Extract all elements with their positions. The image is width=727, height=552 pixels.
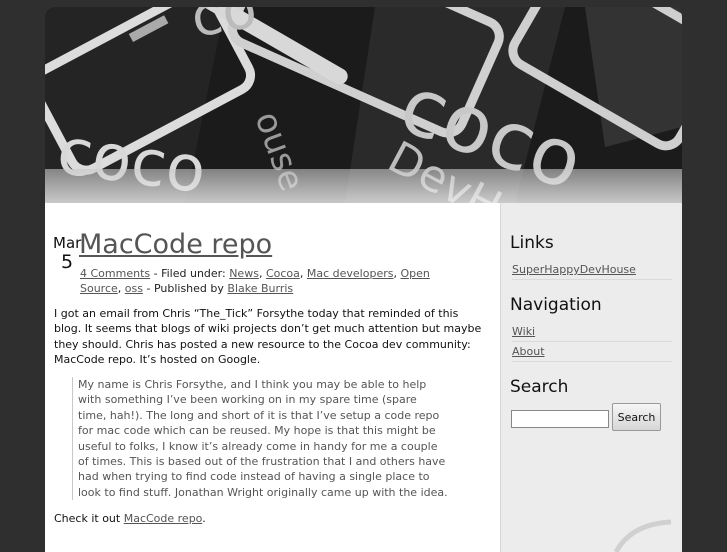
filed-under-label: - Filed under: [150, 267, 230, 280]
category-link-oss[interactable]: oss [125, 282, 143, 295]
post-paragraph: I got an email from Chris “The_Tick” For… [54, 307, 482, 367]
category-link-cocoa[interactable]: Cocoa [266, 267, 300, 280]
post-title-link[interactable]: MacCode repo [79, 229, 272, 260]
post-meta: 4 Comments - Filed under: News, Cocoa, M… [80, 267, 430, 295]
footer-decoration-image [613, 519, 672, 552]
category-link-mac-developers[interactable]: Mac developers [307, 267, 394, 280]
header-banner: coco coco DevH co ouse [45, 7, 682, 203]
post-paragraph-checkout: Check it out MacCode repo. [54, 511, 486, 526]
category-link-news[interactable]: News [229, 267, 259, 280]
maccode-repo-link[interactable]: MacCode repo [124, 512, 203, 525]
links-heading: Links [510, 233, 554, 253]
sidebar: Links SuperHappyDevHouse Navigation Wiki… [500, 203, 682, 552]
nav-link-wiki[interactable]: Wiki [512, 325, 672, 342]
search-heading: Search [510, 377, 569, 397]
published-by-label: - Published by [142, 282, 228, 295]
post-date-month: Mar [53, 234, 82, 252]
page: coco coco DevH co ouse Mar 5 MacCode rep… [45, 7, 682, 552]
sidebar-link-superhappydevhouse[interactable]: SuperHappyDevHouse [512, 263, 672, 280]
cocoa-devhouse-logo-image: coco coco DevH co ouse [45, 7, 682, 203]
post-area: Mar 5 MacCode repo 4 Comments - Filed un… [45, 203, 500, 552]
author-link[interactable]: Blake Burris [227, 282, 293, 295]
comments-link[interactable]: 4 Comments [80, 267, 150, 280]
post-date-day: 5 [61, 251, 74, 273]
navigation-heading: Navigation [510, 295, 602, 315]
search-input[interactable] [511, 410, 609, 428]
search-button[interactable]: Search [612, 403, 661, 431]
checkout-suffix: . [202, 512, 206, 525]
post-blockquote: My name is Chris Forsythe, and I think y… [72, 377, 448, 501]
nav-link-about[interactable]: About [512, 345, 672, 362]
checkout-text: Check it out [54, 512, 124, 525]
